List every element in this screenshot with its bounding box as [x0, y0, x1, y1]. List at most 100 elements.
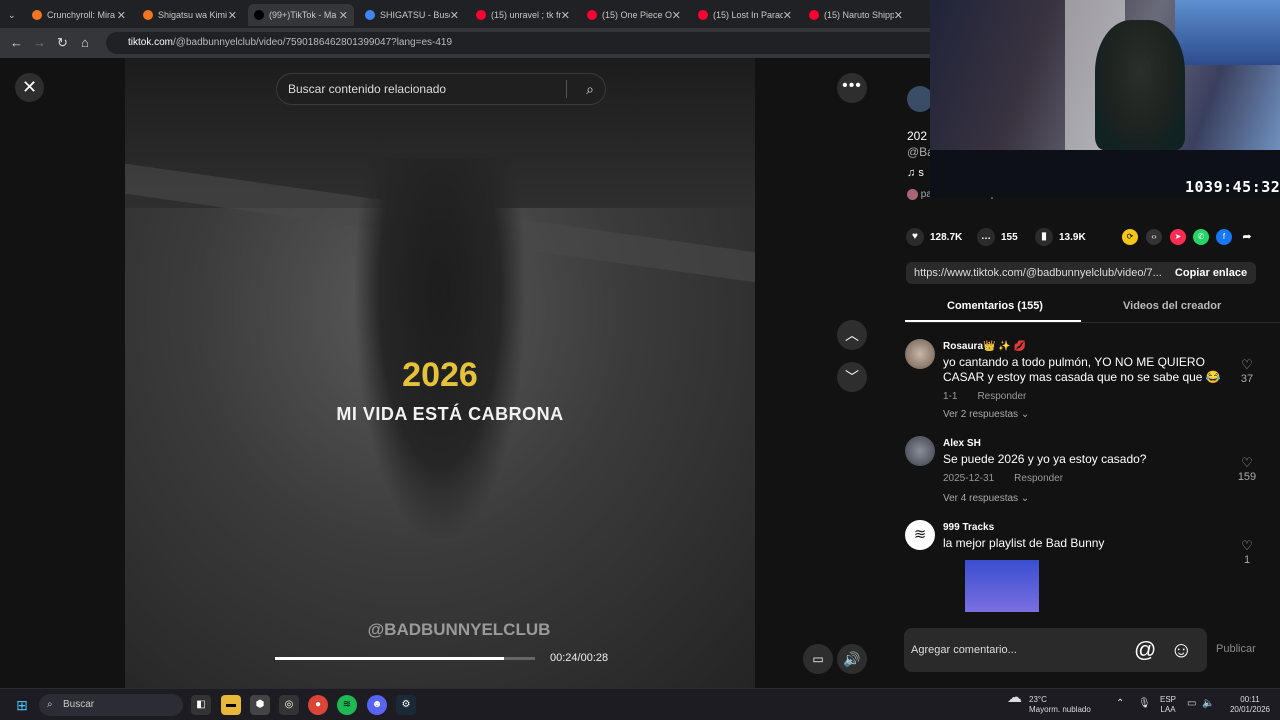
browser-tab[interactable]: Shigatsu wa Kimi ✕: [137, 4, 243, 26]
tab-favicon-icon: [698, 10, 708, 20]
webcam-overlay: [930, 0, 1280, 197]
music-line[interactable]: ♫ s: [907, 167, 924, 179]
tab-comments[interactable]: Comentarios (155): [947, 300, 1043, 312]
browser-tab[interactable]: (99+)TikTok - Ma ✕: [248, 4, 354, 26]
volume-icon[interactable]: 🔈: [1202, 699, 1214, 709]
file-explorer-icon[interactable]: ▬: [221, 695, 241, 715]
tab-title: Shigatsu wa Kimi: [158, 10, 228, 20]
discord-icon[interactable]: ☻: [367, 695, 387, 715]
tab-close-icon[interactable]: ✕: [450, 9, 459, 22]
tab-close-icon[interactable]: ✕: [339, 9, 348, 22]
video-figure: [355, 158, 525, 538]
reload-icon[interactable]: ↻: [57, 35, 68, 51]
tab-close-icon[interactable]: ✕: [894, 9, 903, 22]
comment-author[interactable]: Rosaura👑 ✨ 💋: [943, 341, 1026, 352]
comment-image-thumbnail[interactable]: [965, 560, 1039, 612]
webcam-person: [1095, 20, 1185, 150]
like-button[interactable]: ♥ 128.7K: [906, 228, 962, 246]
reply-button[interactable]: Responder: [977, 391, 1026, 402]
facebook-share-icon[interactable]: f: [1216, 229, 1232, 245]
tab-title: (15) unravel ; tk fr: [491, 10, 561, 20]
task-view-icon[interactable]: ◧: [191, 695, 211, 715]
send-share-icon[interactable]: ➤: [1170, 229, 1186, 245]
ellipsis-icon: •••: [842, 77, 862, 94]
comment-meta: 2025-12-31 Responder: [943, 473, 1083, 484]
tab-close-icon[interactable]: ✕: [561, 9, 570, 22]
share-link-field[interactable]: https://www.tiktok.com/@badbunnyelclub/v…: [906, 262, 1166, 284]
steam-icon[interactable]: ⚙: [396, 695, 416, 715]
comment-like-button[interactable]: ♡ 37: [1234, 357, 1260, 385]
music-note-icon: ♫: [907, 167, 919, 179]
browser-tab[interactable]: (15) Naruto Shipp ✕: [803, 4, 909, 26]
taskbar-search[interactable]: Buscar ⌕: [39, 694, 183, 716]
comment-avatar[interactable]: [905, 339, 935, 369]
volume-button[interactable]: 🔊: [837, 644, 867, 674]
tab-close-icon[interactable]: ✕: [228, 9, 237, 22]
comment-button[interactable]: … 155: [977, 228, 1018, 246]
copy-link-button[interactable]: Copiar enlace: [1166, 262, 1256, 284]
tab-close-icon[interactable]: ✕: [672, 9, 681, 22]
browser-tab[interactable]: SHIGATSU - Busc ✕: [359, 4, 465, 26]
browser-tab[interactable]: (15) One Piece Op ✕: [581, 4, 687, 26]
comment-like-button[interactable]: ♡ 159: [1234, 455, 1260, 483]
tab-title: (15) One Piece Op: [602, 10, 672, 20]
tab-close-icon[interactable]: ✕: [117, 9, 126, 22]
comment-author[interactable]: 999 Tracks: [943, 522, 994, 533]
url-path: /@badbunnyelclub/video/75901864628013990…: [173, 37, 453, 48]
comment-avatar[interactable]: [905, 436, 935, 466]
video-player[interactable]: 2026 MI VIDA ESTÁ CABRONA @BADBUNNYELCLU…: [125, 58, 755, 688]
comment-input[interactable]: Agregar comentario... @ ☺: [904, 628, 1207, 672]
view-replies-button[interactable]: Ver 2 respuestas ⌄: [943, 409, 1029, 420]
forward-icon[interactable]: →: [33, 35, 46, 50]
search-icon[interactable]: ⌕: [586, 74, 594, 104]
comment-like-button[interactable]: ♡ 1: [1234, 538, 1260, 566]
browser-tab[interactable]: Crunchyroll: Mira ✕: [26, 4, 132, 26]
previous-video-button[interactable]: ︿: [837, 320, 867, 350]
tab-creator-videos[interactable]: Videos del creador: [1123, 300, 1221, 312]
clock[interactable]: 00:11 20/01/2026: [1226, 695, 1274, 715]
emoji-icon[interactable]: ☺: [1170, 628, 1192, 672]
save-button[interactable]: ▮ 13.9K: [1035, 228, 1086, 246]
tab-favicon-icon: [809, 10, 819, 20]
microphone-icon[interactable]: 🎙: [1138, 699, 1151, 709]
windows-start-icon[interactable]: ⊞: [12, 695, 32, 715]
embed-share-icon[interactable]: ‹›: [1146, 229, 1162, 245]
pip-button[interactable]: ▭: [803, 644, 833, 674]
overwatch-icon[interactable]: ◎: [279, 695, 299, 715]
picture-in-picture-icon: ▭: [812, 652, 824, 666]
chevron-up-icon[interactable]: ⌃: [1116, 699, 1124, 709]
more-options-button[interactable]: •••: [837, 73, 867, 103]
reply-button[interactable]: Responder: [1014, 473, 1063, 484]
close-icon: ✕: [21, 77, 38, 97]
home-icon[interactable]: ⌂: [81, 35, 89, 50]
whatsapp-share-icon[interactable]: ✆: [1193, 229, 1209, 245]
close-button[interactable]: ✕: [15, 73, 44, 102]
next-video-button[interactable]: ﹀: [837, 362, 867, 392]
chrome-icon[interactable]: ●: [308, 695, 328, 715]
mention-icon[interactable]: @: [1134, 628, 1156, 672]
more-share-icon[interactable]: ➦: [1239, 229, 1255, 245]
network-icon[interactable]: ▭: [1187, 699, 1196, 709]
comment-author[interactable]: Alex SH: [943, 438, 981, 449]
publish-button[interactable]: Publicar: [1216, 643, 1256, 655]
video-progress-bar[interactable]: [275, 657, 535, 660]
spotify-avatar[interactable]: ≋: [905, 520, 935, 550]
lang-line2: LAA: [1160, 705, 1176, 714]
related-search-input[interactable]: Buscar contenido relacionado ⌕: [276, 73, 606, 105]
tab-close-icon[interactable]: ✕: [783, 9, 792, 22]
weather-widget[interactable]: 23°C Mayorm. nublado: [1029, 695, 1091, 715]
tab-list-button[interactable]: ⌄: [0, 4, 24, 26]
browser-tab[interactable]: (15) Lost In Parad ✕: [692, 4, 798, 26]
tab-favicon-icon: [254, 10, 264, 20]
comment-text: yo cantando a todo pulmón, YO NO ME QUIE…: [943, 355, 1221, 384]
browser-tab[interactable]: (15) unravel ; tk fr ✕: [470, 4, 576, 26]
app-icon[interactable]: ⬢: [250, 695, 270, 715]
comment-date: 2025-12-31: [943, 473, 995, 484]
spotify-icon[interactable]: ≋: [337, 695, 357, 715]
weather-icon[interactable]: ☁: [1007, 690, 1022, 705]
weather-temp: 23°C: [1029, 695, 1047, 704]
repost-share-icon[interactable]: ⟳: [1122, 229, 1138, 245]
back-icon[interactable]: ←: [10, 35, 23, 50]
view-replies-button[interactable]: Ver 4 respuestas ⌄: [943, 493, 1029, 504]
language-indicator[interactable]: ESP LAA: [1160, 695, 1176, 715]
